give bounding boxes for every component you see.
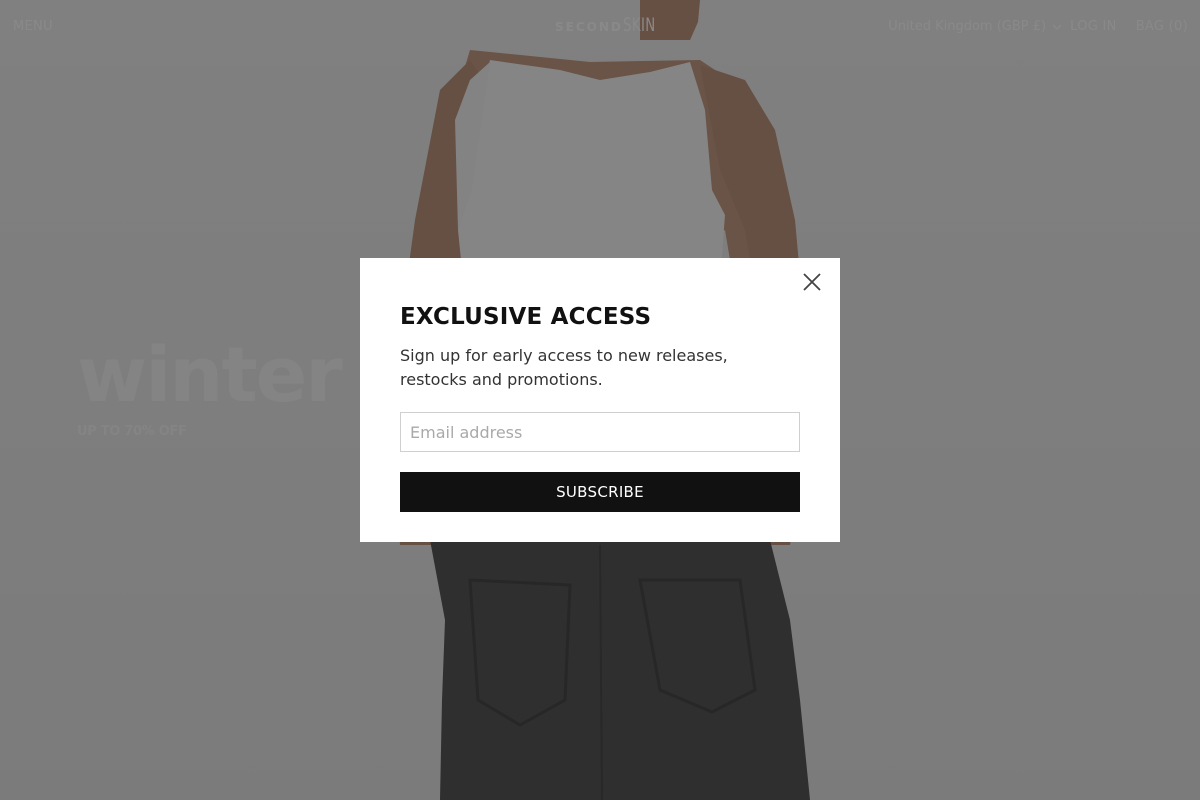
close-icon xyxy=(803,273,821,291)
modal-title: EXCLUSIVE ACCESS xyxy=(400,304,652,330)
modal-close-button[interactable] xyxy=(800,270,824,294)
newsletter-modal: EXCLUSIVE ACCESS Sign up for early acces… xyxy=(360,258,840,542)
modal-description: Sign up for early access to new releases… xyxy=(400,346,728,389)
email-field[interactable] xyxy=(400,412,800,452)
subscribe-button[interactable]: SUBSCRIBE xyxy=(400,472,800,512)
